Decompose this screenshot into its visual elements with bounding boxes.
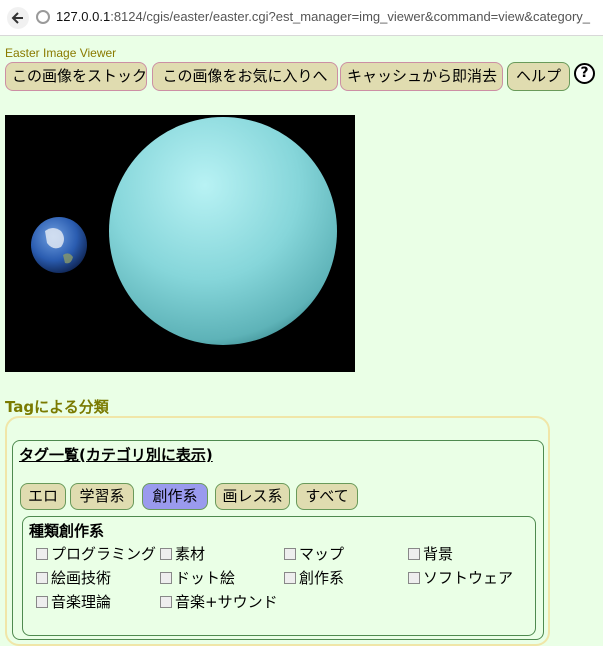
- category-tab-ero[interactable]: エロ: [20, 483, 66, 510]
- checkbox[interactable]: [408, 571, 420, 584]
- tag-label: 音楽理論: [51, 593, 112, 611]
- page-info-icon[interactable]: [36, 10, 50, 24]
- browser-address-bar: 127.0.0.1:8124/cgis/easter/easter.cgi?es…: [0, 0, 603, 36]
- add-favorite-button[interactable]: この画像をお気に入りへ: [152, 62, 338, 91]
- tag-label: 素材: [175, 545, 206, 563]
- tag-label: 創作系: [299, 569, 345, 587]
- tag-checkbox-item[interactable]: 絵画技術: [36, 567, 111, 588]
- checkbox[interactable]: [160, 547, 172, 560]
- tag-label: ドット絵: [175, 569, 236, 587]
- help-question-icon[interactable]: ?: [574, 63, 595, 84]
- checkbox[interactable]: [160, 595, 172, 608]
- category-tab-learning[interactable]: 学習系: [70, 483, 134, 510]
- type-title: 種類創作系: [29, 522, 105, 540]
- url-host: 127.0.0.1: [56, 9, 111, 24]
- back-arrow-icon: [11, 12, 23, 24]
- tag-checkbox-item[interactable]: 創作系: [284, 567, 344, 588]
- tag-label: プログラミング: [51, 545, 157, 563]
- category-tab-creative[interactable]: 創作系: [142, 483, 208, 510]
- tag-label: ソフトウェア: [423, 569, 514, 587]
- tag-list-title[interactable]: タグ一覧(カテゴリ別に表示): [19, 444, 213, 465]
- tag-label: 絵画技術: [51, 569, 112, 587]
- stock-image-button[interactable]: この画像をストック: [5, 62, 147, 91]
- checkbox[interactable]: [36, 547, 48, 560]
- tag-checkbox-item[interactable]: 音楽+サウンド: [160, 591, 278, 612]
- checkbox[interactable]: [36, 571, 48, 584]
- tag-checkbox-item[interactable]: 音楽理論: [36, 591, 111, 612]
- back-button[interactable]: [7, 7, 29, 29]
- checkbox[interactable]: [284, 547, 296, 560]
- tag-checkbox-item[interactable]: ドット絵: [160, 567, 235, 588]
- tag-section-title: Tagによる分類: [5, 398, 109, 416]
- tag-checkbox-item[interactable]: プログラミング: [36, 543, 156, 564]
- tag-checkbox-item[interactable]: 素材: [160, 543, 205, 564]
- category-tab-all[interactable]: すべて: [296, 483, 358, 510]
- help-button[interactable]: ヘルプ: [507, 62, 570, 91]
- tag-label: マップ: [299, 545, 345, 563]
- tag-checkbox-item[interactable]: マップ: [284, 543, 344, 564]
- uranus-planet: [109, 117, 337, 345]
- checkbox[interactable]: [408, 547, 420, 560]
- planets-image: [5, 115, 355, 372]
- tag-checkbox-item[interactable]: ソフトウェア: [408, 567, 513, 588]
- viewed-image: [5, 115, 355, 372]
- tag-label: 音楽+サウンド: [175, 593, 278, 611]
- checkbox[interactable]: [284, 571, 296, 584]
- delete-from-cache-button[interactable]: キャッシュから即消去: [340, 62, 503, 91]
- url-path: :8124/cgis/easter/easter.cgi?est_manager…: [110, 9, 591, 24]
- tag-checkbox-item[interactable]: 背景: [408, 543, 453, 564]
- tag-label: 背景: [423, 545, 454, 563]
- app-title: Easter Image Viewer: [5, 46, 117, 60]
- url-field[interactable]: 127.0.0.1:8124/cgis/easter/easter.cgi?es…: [56, 9, 590, 24]
- checkbox[interactable]: [160, 571, 172, 584]
- category-tab-image-reply[interactable]: 画レス系: [215, 483, 290, 510]
- checkbox[interactable]: [36, 595, 48, 608]
